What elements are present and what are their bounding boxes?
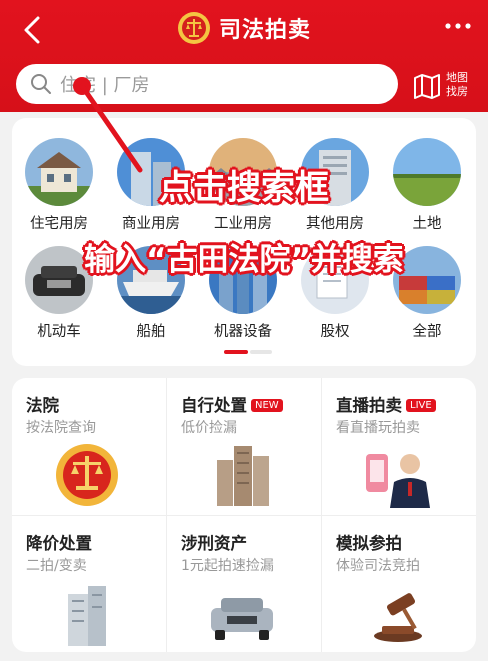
map-icon [414,74,440,99]
suv-car-icon [211,598,273,640]
service-title-text: 涉刑资产 [181,534,247,553]
services-card: 法院 按法院查询 自行处置 NEW 低价捡漏 直播拍卖 LIVE 看直播玩拍卖 [12,378,476,652]
apartment-buildings-icon [217,446,269,506]
service-title: 自行处置 NEW [181,392,283,416]
court-emblem-icon [177,12,210,44]
service-title-text: 直播拍卖 [336,396,402,415]
more-horizontal-icon[interactable] [442,14,474,38]
service-subtitle: 看直播玩拍卖 [336,420,420,436]
service-title: 法院 [26,392,59,416]
map-label-line1: 地图 [446,71,468,84]
search-input[interactable]: 住宅 | 厂房 [16,64,398,104]
tutorial-step-1: 点击搜索框 [159,168,329,208]
category-label: 商业用房 [122,216,180,232]
map-label-line2: 找房 [446,85,468,98]
service-subtitle: 低价捡漏 [181,420,237,436]
service-subtitle: 1元起拍速捡漏 [181,558,274,574]
service-title-text: 法院 [26,396,59,415]
service-title-text: 模拟参拍 [336,534,402,553]
tower-building-icon [68,586,106,646]
service-court[interactable]: 法院 按法院查询 [12,378,162,514]
live-host-icon [366,454,430,508]
category-label: 船舶 [136,324,166,340]
service-title: 涉刑资产 [181,530,247,554]
service-self-disposal[interactable]: 自行处置 NEW 低价捡漏 [167,378,317,514]
service-title: 直播拍卖 LIVE [336,392,436,416]
service-title: 降价处置 [26,530,92,554]
category-label: 其他用房 [306,216,364,232]
service-title: 模拟参拍 [336,530,402,554]
service-criminal-assets[interactable]: 涉刑资产 1元起拍速捡漏 [167,516,317,652]
page-indicator-inactive [250,350,272,354]
tutorial-step-2: 输入“古田法院”并搜索 [84,242,404,278]
service-subtitle: 体验司法竞拍 [336,558,420,574]
service-subtitle: 按法院查询 [26,420,96,436]
category-label: 土地 [412,216,442,232]
category-label: 机器设备 [214,324,272,340]
court-emblem-icon [56,444,118,506]
gavel-icon [374,593,422,642]
page-indicator-active [224,350,248,354]
search-placeholder: 住宅 | 厂房 [60,75,150,96]
title-group: 司法拍卖 [0,8,488,48]
service-title-text: 自行处置 [181,396,247,415]
category-label: 机动车 [37,324,81,340]
page-title: 司法拍卖 [218,18,311,43]
service-subtitle: 二拍/变卖 [26,558,87,574]
page-indicator [224,350,274,354]
category-label: 住宅用房 [30,216,88,232]
category-label: 工业用房 [214,216,272,232]
service-price-reduction[interactable]: 降价处置 二拍/变卖 [12,516,162,652]
category-label: 全部 [412,324,442,340]
live-badge: LIVE [406,399,436,412]
search-icon [31,74,51,94]
category-label: 股权 [320,324,350,340]
service-title-text: 降价处置 [26,534,92,553]
map-label: 地图 找房 [446,71,474,99]
service-live-auction[interactable]: 直播拍卖 LIVE 看直播玩拍卖 [322,378,472,514]
service-mock-bidding[interactable]: 模拟参拍 体验司法竞拍 [322,516,472,652]
new-badge: NEW [251,399,283,412]
map-search-button[interactable]: 地图 找房 [412,66,482,104]
header-bar: 司法拍卖 住宅 | 厂房 地图 找房 [0,0,488,112]
